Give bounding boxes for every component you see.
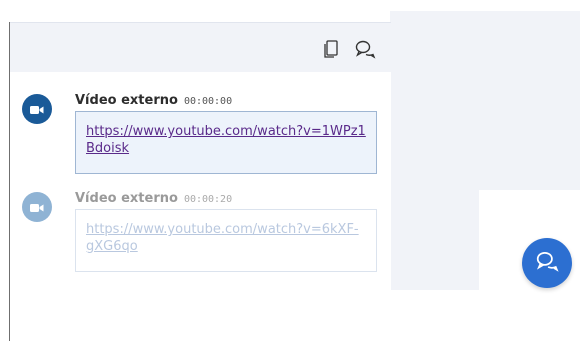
chat-fab-button[interactable]: [522, 238, 572, 288]
video-camera-icon: [30, 100, 44, 119]
chat-bubbles-icon: [535, 249, 559, 277]
video-camera-icon: [30, 198, 44, 217]
message-avatar: [22, 192, 52, 222]
chat-bubbles-icon[interactable]: [354, 38, 376, 60]
page: Vídeo externo 00:00:00 https://www.youtub…: [0, 0, 580, 341]
message-link-box: https://www.youtube.com/watch?v=6kXF-gXG…: [75, 209, 377, 272]
chat-header: [10, 22, 391, 72]
video-link[interactable]: https://www.youtube.com/watch?v=1WPz1Bdo…: [86, 124, 366, 156]
message-timestamp: 00:00:20: [183, 194, 233, 205]
message-avatar: [22, 94, 52, 124]
message-title: Vídeo externo: [75, 191, 178, 206]
message-timestamp: 00:00:00: [183, 96, 233, 107]
copy-icon[interactable]: [320, 38, 342, 60]
video-link[interactable]: https://www.youtube.com/watch?v=6kXF-gXG…: [86, 222, 359, 254]
chat-panel: Vídeo externo 00:00:00 https://www.youtub…: [9, 22, 391, 341]
message-title: Vídeo externo: [75, 93, 178, 108]
message-header: Vídeo externo 00:00:20: [75, 192, 232, 207]
message-link-box: https://www.youtube.com/watch?v=1WPz1Bdo…: [75, 111, 377, 174]
message-header: Vídeo externo 00:00:00: [75, 94, 232, 109]
